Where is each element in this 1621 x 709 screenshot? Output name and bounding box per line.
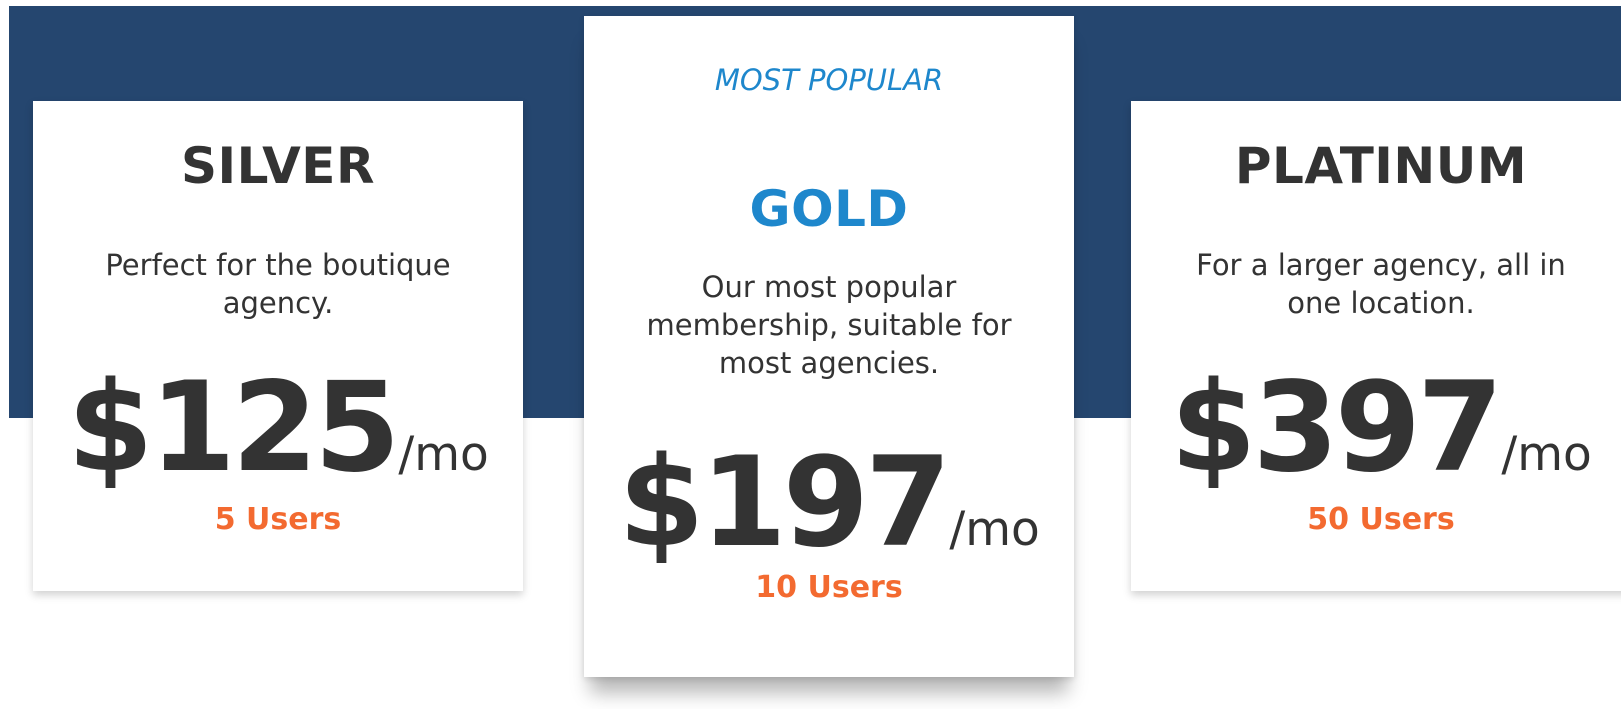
price-row: $125/mo xyxy=(33,366,523,490)
price-period: /mo xyxy=(398,427,489,482)
price-period: /mo xyxy=(949,502,1040,557)
price-row: $397/mo xyxy=(1131,366,1621,490)
user-count: 10 Users xyxy=(755,570,903,605)
price-row: $197/mo xyxy=(584,441,1074,565)
pricing-card-platinum[interactable]: PLATINUM For a larger agency, all in one… xyxy=(1131,101,1621,591)
user-count: 50 Users xyxy=(1307,502,1455,537)
price-amount: $397 xyxy=(1170,356,1503,500)
plan-description: Our most popular membership, suitable fo… xyxy=(646,270,1012,380)
plan-description: Perfect for the boutique agency. xyxy=(105,248,451,320)
plan-description: For a larger agency, all in one location… xyxy=(1196,248,1566,320)
plan-name: PLATINUM xyxy=(1234,137,1528,195)
pricing-card-gold[interactable]: MOST POPULAR GOLD Our most popular membe… xyxy=(584,16,1074,677)
pricing-card-silver[interactable]: SILVER Perfect for the boutique agency. … xyxy=(33,101,523,591)
most-popular-label: MOST POPULAR xyxy=(714,63,944,97)
plan-name: SILVER xyxy=(181,137,375,195)
user-count: 5 Users xyxy=(214,502,342,537)
price-amount: $125 xyxy=(67,356,400,500)
plan-name: GOLD xyxy=(749,180,909,238)
price-period: /mo xyxy=(1501,427,1592,482)
price-amount: $197 xyxy=(618,431,951,575)
